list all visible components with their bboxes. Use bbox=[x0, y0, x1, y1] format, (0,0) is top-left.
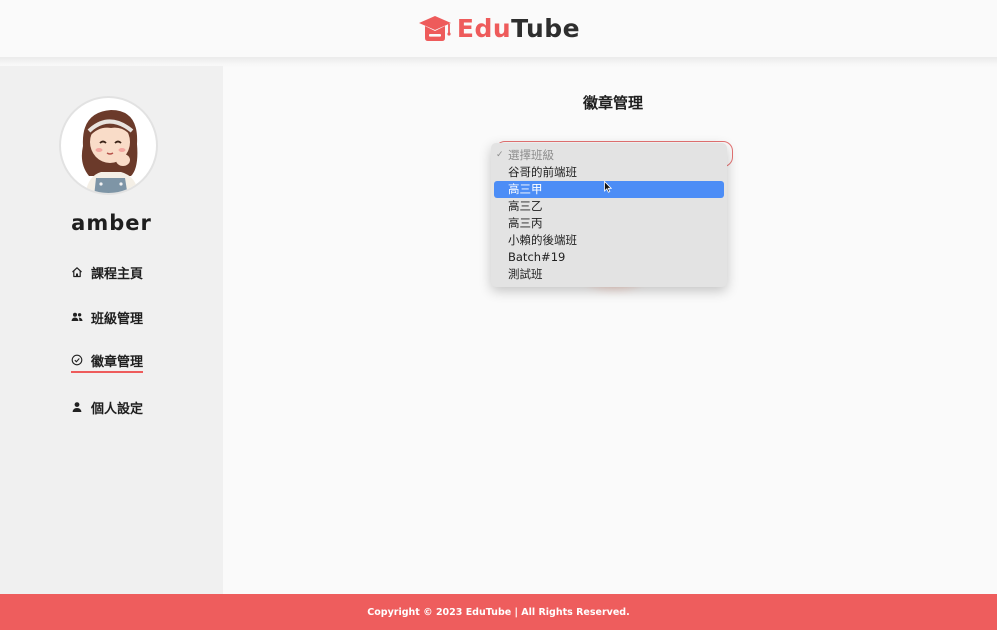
user-icon bbox=[72, 402, 82, 412]
page-title: 徽章管理 bbox=[582, 94, 643, 112]
footer: Copyright © 2023 EduTube | All Rights Re… bbox=[0, 594, 997, 630]
mouse-cursor-icon bbox=[604, 181, 612, 193]
class-option[interactable]: 高三乙 bbox=[494, 198, 724, 215]
sidebar-item-class-management[interactable]: 班級管理 bbox=[71, 306, 143, 328]
users-icon bbox=[71, 312, 83, 321]
class-option-placeholder[interactable]: ✓ 選擇班級 bbox=[494, 147, 724, 164]
badge-check-icon bbox=[71, 354, 83, 366]
class-option[interactable]: 高三丙 bbox=[494, 215, 724, 232]
avatar[interactable] bbox=[59, 96, 158, 195]
sidebar-item-course-home[interactable]: 課程主頁 bbox=[71, 261, 143, 283]
sidebar-item-label: 課程主頁 bbox=[91, 266, 144, 282]
checkmark-icon: ✓ bbox=[496, 150, 504, 160]
home-icon bbox=[72, 267, 82, 278]
brand-logo[interactable]: EduTube bbox=[417, 14, 580, 44]
option-label: 選擇班級 bbox=[508, 148, 554, 162]
copyright-text: Copyright © 2023 EduTube | All Rights Re… bbox=[367, 606, 630, 618]
top-header: EduTube bbox=[0, 0, 997, 58]
sidebar: amber 課程主頁 班級管理 徽章管理 個人設定 bbox=[0, 66, 223, 594]
sidebar-item-label: 班級管理 bbox=[91, 311, 144, 327]
class-select-dropdown: ✓ 選擇班級 谷哥的前端班 高三甲 高三乙 高三丙 小賴的後端班 Batch#1… bbox=[491, 143, 727, 287]
username: amber bbox=[71, 211, 152, 235]
class-option[interactable]: Batch#19 bbox=[494, 249, 724, 266]
main-content: 徽章管理 ✓ 選擇班級 谷哥的前端班 高三甲 高三乙 高三丙 小賴的後端班 Ba… bbox=[223, 66, 997, 594]
avatar-girl-illustration bbox=[81, 110, 139, 193]
class-option[interactable]: 小賴的後端班 bbox=[494, 232, 724, 249]
class-option[interactable]: 測試班 bbox=[494, 266, 724, 283]
graduation-cap-icon bbox=[418, 15, 451, 41]
brand-name-edu: Edu bbox=[456, 14, 512, 43]
class-option[interactable]: 谷哥的前端班 bbox=[494, 164, 724, 181]
sidebar-item-badge-management[interactable]: 徽章管理 bbox=[71, 351, 144, 373]
brand-name-tube: Tube bbox=[511, 14, 581, 43]
sidebar-item-personal-settings[interactable]: 個人設定 bbox=[71, 396, 143, 418]
sidebar-item-label: 徽章管理 bbox=[91, 354, 144, 370]
sidebar-item-label: 個人設定 bbox=[91, 401, 144, 417]
